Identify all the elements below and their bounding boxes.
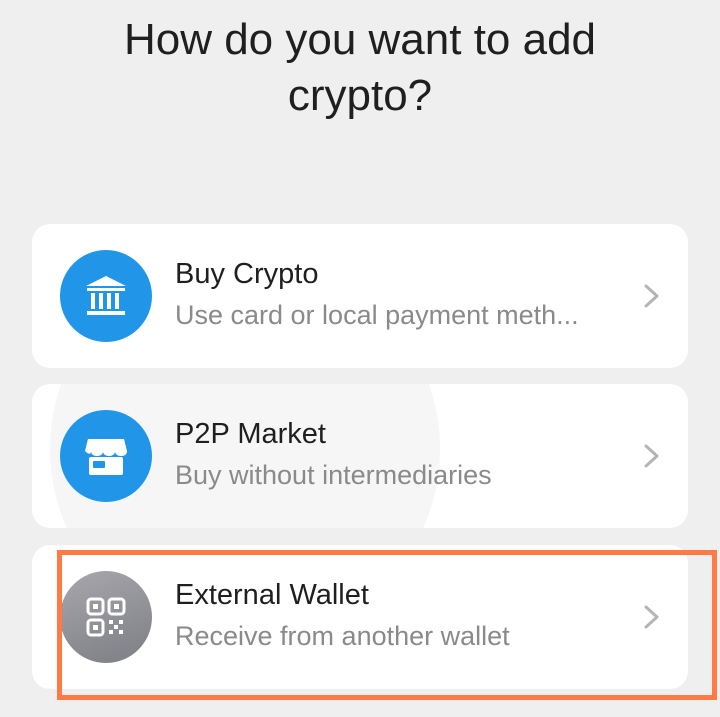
page-title: How do you want to add crypto?: [123, 15, 597, 120]
buy-crypto-option[interactable]: Buy Crypto Use card or local payment met…: [32, 224, 688, 368]
storefront-icon: [60, 410, 152, 502]
option-title: Buy Crypto: [175, 258, 319, 290]
option-subtitle: Receive from another wallet: [175, 621, 510, 651]
option-subtitle: Buy without intermediaries: [175, 460, 492, 490]
bank-icon: [60, 250, 152, 342]
p2p-market-option[interactable]: P2P Market Buy without intermediaries: [32, 384, 688, 528]
external-wallet-option[interactable]: External Wallet Receive from another wal…: [32, 545, 688, 689]
chevron-right-icon: [644, 605, 659, 629]
add-crypto-screen: How do you want to add crypto? Buy Crypt…: [0, 0, 720, 717]
option-subtitle: Use card or local payment meth...: [175, 300, 579, 330]
option-title: External Wallet: [175, 579, 369, 611]
chevron-right-icon: [644, 284, 659, 308]
option-title: P2P Market: [175, 418, 326, 450]
qr-code-icon: [60, 571, 152, 663]
chevron-right-icon: [644, 444, 659, 468]
